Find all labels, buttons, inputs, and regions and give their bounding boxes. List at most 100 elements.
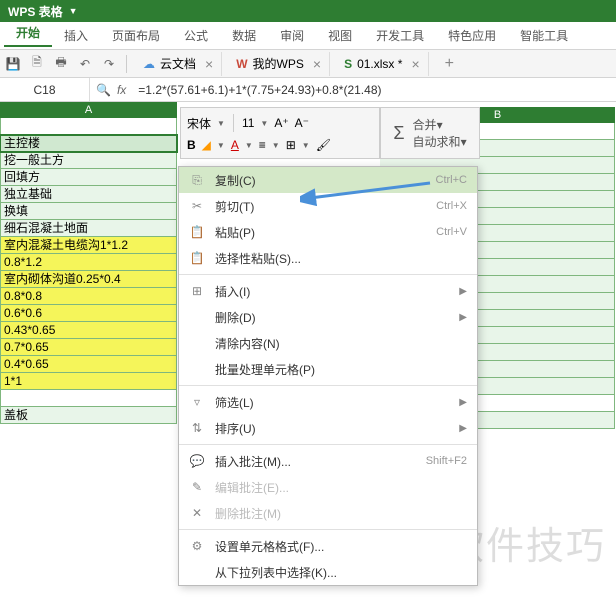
- cloud-icon: ☁: [143, 57, 155, 71]
- cell[interactable]: 独立基础: [0, 186, 177, 203]
- search-icon[interactable]: 🔍: [96, 83, 111, 97]
- chevron-down-icon[interactable]: ▼: [260, 119, 268, 128]
- ctx-batch[interactable]: 批量处理单元格(P): [179, 356, 477, 382]
- chevron-down-icon[interactable]: ▼: [245, 141, 253, 150]
- cell[interactable]: 0.4*0.65: [0, 356, 177, 373]
- delete-comment-icon: ✕: [189, 506, 205, 520]
- menu-dev[interactable]: 开发工具: [364, 27, 436, 44]
- border-icon[interactable]: ⊞: [286, 138, 296, 152]
- fill-color-icon[interactable]: ◢: [202, 138, 211, 152]
- cell[interactable]: 0.6*0.6: [0, 305, 177, 322]
- merge-label[interactable]: 合并: [413, 118, 437, 132]
- tab-mywps-label: 我的WPS: [253, 55, 304, 72]
- cell[interactable]: 挖一般土方: [0, 152, 177, 169]
- insert-icon: ⊞: [189, 284, 205, 298]
- ctx-paste[interactable]: 📋 粘贴(P) Ctrl+V: [179, 219, 477, 245]
- separator: [179, 385, 477, 386]
- cell[interactable]: 0.43*0.65: [0, 322, 177, 339]
- align-icon[interactable]: ≡: [259, 138, 266, 152]
- chevron-right-icon: ▶: [459, 286, 467, 297]
- menu-review[interactable]: 审阅: [268, 27, 316, 44]
- mini-toolbar: 宋体 ▼ 11 ▼ A⁺ A⁻ B ◢ ▼ A ▼ ≡ ▼ ⊞ ▼ 🖌: [180, 107, 380, 159]
- ctx-format-cells[interactable]: ⚙ 设置单元格格式(F)...: [179, 533, 477, 559]
- size-select[interactable]: 11: [242, 116, 254, 130]
- cell-selected[interactable]: 主控楼: [0, 135, 177, 152]
- ctx-clear[interactable]: 清除内容(N): [179, 330, 477, 356]
- tab-cloud[interactable]: ☁ 云文档 ×: [135, 52, 222, 76]
- menu-layout[interactable]: 页面布局: [100, 27, 172, 44]
- menu-bar: 开始 插入 页面布局 公式 数据 审阅 视图 开发工具 特色应用 智能工具: [0, 22, 616, 50]
- close-icon[interactable]: ×: [313, 56, 321, 72]
- filter-icon: ▿: [189, 395, 205, 409]
- cell[interactable]: 1*1: [0, 373, 177, 390]
- tab-file[interactable]: S 01.xlsx * ×: [336, 52, 429, 76]
- menu-insert[interactable]: 插入: [52, 27, 100, 44]
- context-menu: ⎘ 复制(C) Ctrl+C ✂ 剪切(T) Ctrl+X 📋 粘贴(P) Ct…: [178, 166, 478, 586]
- menu-formula[interactable]: 公式: [172, 27, 220, 44]
- autosum-label[interactable]: 自动求和: [413, 135, 461, 149]
- ctx-delete[interactable]: 删除(D) ▶: [179, 304, 477, 330]
- ctx-insert-comment[interactable]: 💬 插入批注(M)... Shift+F2: [179, 448, 477, 474]
- bold-button[interactable]: B: [187, 138, 196, 152]
- cell[interactable]: 盖板: [0, 407, 177, 424]
- print-icon[interactable]: 🖶: [52, 55, 70, 73]
- formula-input[interactable]: =1.2*(57.61+6.1)+1*(7.75+24.93)+0.8*(21.…: [132, 78, 616, 101]
- ctx-insert[interactable]: ⊞ 插入(I) ▶: [179, 278, 477, 304]
- ctx-cut[interactable]: ✂ 剪切(T) Ctrl+X: [179, 193, 477, 219]
- app-title: WPS 表格: [8, 3, 63, 20]
- cell[interactable]: [0, 118, 177, 135]
- close-icon[interactable]: ×: [205, 56, 213, 72]
- cell[interactable]: 0.8*1.2: [0, 254, 177, 271]
- chevron-right-icon: ▶: [459, 397, 467, 408]
- new-tab-button[interactable]: +: [435, 55, 464, 73]
- chevron-down-icon[interactable]: ▼: [302, 141, 310, 150]
- cell[interactable]: 室内砌体沟道0.25*0.4: [0, 271, 177, 288]
- cell[interactable]: 换填: [0, 203, 177, 220]
- menu-start[interactable]: 开始: [4, 24, 52, 47]
- cut-icon: ✂: [189, 199, 205, 213]
- format-painter-icon[interactable]: 🖌: [316, 138, 331, 152]
- chevron-down-icon[interactable]: ▼: [272, 141, 280, 150]
- menu-data[interactable]: 数据: [220, 27, 268, 44]
- chevron-down-icon[interactable]: ▼: [217, 141, 225, 150]
- ctx-copy[interactable]: ⎘ 复制(C) Ctrl+C: [179, 167, 477, 193]
- font-shrink-icon[interactable]: A⁻: [295, 116, 309, 130]
- title-bar: WPS 表格 ▼: [0, 0, 616, 22]
- ctx-filter[interactable]: ▿ 筛选(L) ▶: [179, 389, 477, 415]
- separator: [179, 529, 477, 530]
- fx-icon[interactable]: fx: [117, 83, 126, 97]
- formula-bar: C18 🔍 fx =1.2*(57.61+6.1)+1*(7.75+24.93)…: [0, 78, 616, 102]
- menu-special[interactable]: 特色应用: [436, 27, 508, 44]
- font-grow-icon[interactable]: A⁺: [274, 116, 288, 130]
- paste-special-icon: 📋: [189, 251, 205, 265]
- menu-smart[interactable]: 智能工具: [508, 27, 580, 44]
- cell[interactable]: [0, 390, 177, 407]
- wps-icon: W: [236, 57, 247, 71]
- col-a-header[interactable]: A: [0, 102, 177, 118]
- col-a-rows: 主控楼 挖一般土方 回填方 独立基础 换填 细石混凝土地面 室内混凝土电缆沟1*…: [0, 118, 177, 424]
- menu-view[interactable]: 视图: [316, 27, 364, 44]
- cell[interactable]: 回填方: [0, 169, 177, 186]
- font-select[interactable]: 宋体: [187, 115, 211, 132]
- chevron-right-icon: ▶: [459, 423, 467, 434]
- close-icon[interactable]: ×: [411, 56, 419, 72]
- tab-file-label: 01.xlsx *: [357, 57, 402, 71]
- cell[interactable]: 0.8*0.8: [0, 288, 177, 305]
- cell-reference[interactable]: C18: [0, 78, 90, 101]
- redo-icon[interactable]: ↷: [100, 55, 118, 73]
- chevron-down-icon[interactable]: ▾: [461, 135, 467, 149]
- tab-mywps[interactable]: W 我的WPS ×: [228, 52, 330, 76]
- cell[interactable]: 室内混凝土电缆沟1*1.2: [0, 237, 177, 254]
- ctx-paste-special[interactable]: 📋 选择性粘贴(S)...: [179, 245, 477, 271]
- cell[interactable]: 0.7*0.65: [0, 339, 177, 356]
- cell[interactable]: 细石混凝土地面: [0, 220, 177, 237]
- font-color-icon[interactable]: A: [231, 138, 239, 152]
- preview-icon[interactable]: 🗎: [28, 55, 46, 73]
- title-dropdown-icon[interactable]: ▼: [69, 6, 78, 16]
- save-icon[interactable]: 💾: [4, 55, 22, 73]
- ctx-dropdown-pick[interactable]: 从下拉列表中选择(K)...: [179, 559, 477, 585]
- chevron-down-icon[interactable]: ▼: [217, 119, 225, 128]
- chevron-down-icon[interactable]: ▾: [437, 118, 443, 132]
- undo-icon[interactable]: ↶: [76, 55, 94, 73]
- ctx-sort[interactable]: ⇅ 排序(U) ▶: [179, 415, 477, 441]
